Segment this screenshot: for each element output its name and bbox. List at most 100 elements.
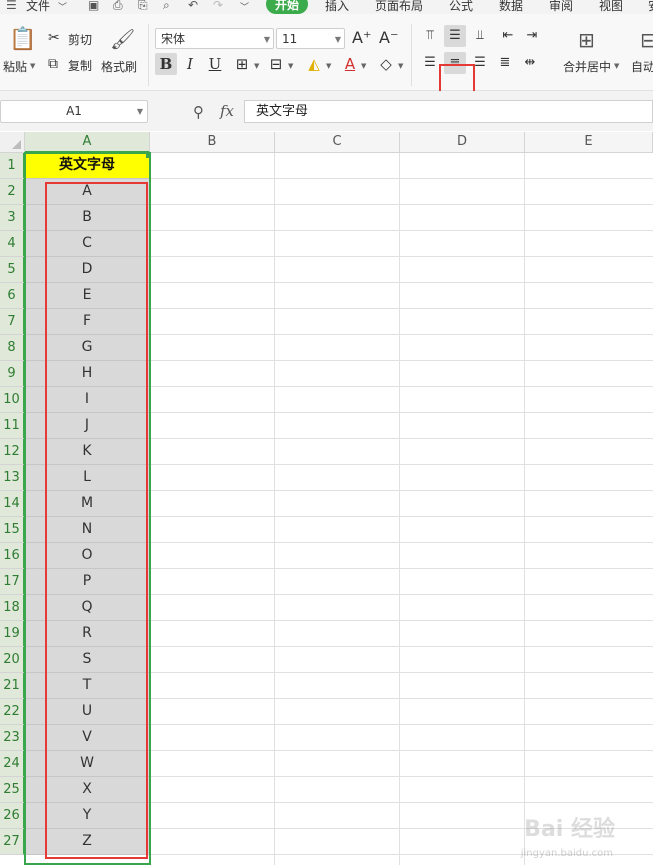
increase-font-icon[interactable]: A⁺ bbox=[352, 28, 371, 47]
increase-indent-icon[interactable]: ⇥ bbox=[521, 25, 543, 47]
row-header[interactable]: 19 bbox=[0, 621, 25, 647]
menu-file[interactable]: 文件 bbox=[26, 0, 50, 14]
clear-dropdown-icon[interactable]: ▼ bbox=[398, 62, 403, 70]
border-dropdown-icon[interactable]: ▼ bbox=[254, 62, 259, 70]
gridline-horizontal bbox=[150, 490, 653, 491]
row-header[interactable]: 22 bbox=[0, 699, 25, 725]
wrap-text-icon[interactable]: ⊟ bbox=[640, 28, 653, 52]
fill-handle[interactable] bbox=[146, 153, 151, 158]
row-header[interactable]: 5 bbox=[0, 257, 25, 283]
find-icon[interactable]: ⌕ bbox=[163, 0, 170, 13]
cut-button[interactable]: 剪切 bbox=[68, 31, 92, 48]
align-bottom-icon[interactable]: ⫫ bbox=[469, 25, 491, 47]
distributed-icon[interactable]: ⇹ bbox=[519, 52, 541, 74]
font-color-dropdown-icon[interactable]: ▼ bbox=[361, 62, 366, 70]
zoom-icon[interactable]: ⚲ bbox=[193, 103, 204, 121]
cell-style-icon[interactable]: ⊟ bbox=[265, 53, 287, 75]
italic-button[interactable]: I bbox=[179, 53, 201, 75]
copy-icon[interactable]: ⧉ bbox=[48, 56, 58, 72]
row-header[interactable]: 18 bbox=[0, 595, 25, 621]
gridline-horizontal bbox=[150, 464, 653, 465]
row-header[interactable]: 25 bbox=[0, 777, 25, 803]
format-painter-button[interactable]: 格式刷 bbox=[101, 58, 137, 75]
copy-button[interactable]: 复制 bbox=[68, 57, 92, 74]
row-header[interactable]: 14 bbox=[0, 491, 25, 517]
formula-input[interactable]: 英文字母 bbox=[244, 100, 653, 123]
redo-icon[interactable]: ↷ bbox=[213, 0, 223, 12]
row-header[interactable]: 2 bbox=[0, 179, 25, 205]
formula-bar: A1 ▼ ⚲ fx 英文字母 bbox=[0, 91, 653, 131]
gridline-horizontal bbox=[150, 204, 653, 205]
paste-dropdown-icon[interactable]: ▼ bbox=[30, 62, 35, 70]
row-header[interactable]: 8 bbox=[0, 335, 25, 361]
row-header[interactable]: 1 bbox=[0, 153, 25, 179]
paste-icon[interactable]: 📋 bbox=[9, 27, 36, 52]
tab-formulas[interactable]: 公式 bbox=[449, 0, 473, 14]
bold-button[interactable]: B bbox=[155, 53, 177, 75]
row-header[interactable]: 27 bbox=[0, 829, 25, 855]
row-header[interactable]: 3 bbox=[0, 205, 25, 231]
tab-view[interactable]: 视图 bbox=[599, 0, 623, 14]
row-header[interactable]: 23 bbox=[0, 725, 25, 751]
row-header[interactable]: 16 bbox=[0, 543, 25, 569]
merge-dropdown-icon[interactable]: ▼ bbox=[614, 62, 619, 70]
border-icon[interactable]: ⊞ bbox=[231, 53, 253, 75]
font-color-icon[interactable]: A bbox=[339, 53, 361, 75]
gridline-horizontal bbox=[150, 412, 653, 413]
row-header[interactable]: 17 bbox=[0, 569, 25, 595]
justify-icon[interactable]: ≣ bbox=[494, 52, 516, 74]
align-middle-icon[interactable]: ☰ bbox=[444, 25, 466, 47]
row-header[interactable]: 24 bbox=[0, 751, 25, 777]
row-header[interactable]: 4 bbox=[0, 231, 25, 257]
format-painter-icon[interactable]: 🖌 bbox=[110, 27, 135, 51]
column-header-b[interactable]: B bbox=[150, 132, 275, 153]
row-header[interactable]: 12 bbox=[0, 439, 25, 465]
hamburger-icon[interactable]: ☰ bbox=[6, 0, 17, 12]
row-header[interactable]: 21 bbox=[0, 673, 25, 699]
print-icon[interactable]: ⎘ bbox=[138, 0, 148, 13]
save-icon[interactable]: ▣ bbox=[88, 0, 99, 12]
column-header-e[interactable]: E bbox=[525, 132, 653, 153]
decrease-indent-icon[interactable]: ⇤ bbox=[497, 25, 519, 47]
eraser-icon[interactable]: ◇ bbox=[375, 53, 397, 75]
row-header[interactable]: 26 bbox=[0, 803, 25, 829]
row-header[interactable]: 9 bbox=[0, 361, 25, 387]
scissors-icon[interactable]: ✂ bbox=[48, 30, 60, 46]
tab-insert[interactable]: 插入 bbox=[325, 0, 349, 14]
column-header-d[interactable]: D bbox=[400, 132, 525, 153]
fx-icon[interactable]: fx bbox=[220, 102, 234, 120]
font-name-select[interactable]: 宋体 ▼ bbox=[155, 28, 274, 49]
wrap-text-button[interactable]: 自动 bbox=[631, 58, 653, 75]
undo-icon[interactable]: ↶ bbox=[188, 0, 198, 12]
cell-style-dropdown-icon[interactable]: ▼ bbox=[288, 62, 293, 70]
merge-cells-icon[interactable]: ⊞ bbox=[578, 28, 595, 52]
chevron-down-icon[interactable]: ﹀ bbox=[58, 0, 67, 13]
quick-access-dropdown-icon[interactable]: ﹀ bbox=[240, 0, 249, 13]
row-header[interactable]: 13 bbox=[0, 465, 25, 491]
merge-center-button[interactable]: 合并居中 bbox=[563, 58, 611, 75]
select-all-corner[interactable] bbox=[0, 132, 25, 153]
print-preview-icon[interactable]: ⎙ bbox=[113, 0, 123, 13]
tab-page-layout[interactable]: 页面布局 bbox=[375, 0, 423, 14]
fill-color-icon[interactable]: ◭ bbox=[303, 53, 325, 75]
row-header[interactable]: 15 bbox=[0, 517, 25, 543]
underline-button[interactable]: U bbox=[204, 53, 226, 75]
row-header[interactable]: 6 bbox=[0, 283, 25, 309]
font-size-select[interactable]: 11 ▼ bbox=[276, 28, 345, 49]
column-header-a[interactable]: A bbox=[25, 132, 150, 153]
fill-color-dropdown-icon[interactable]: ▼ bbox=[326, 62, 331, 70]
tab-home[interactable]: 开始 bbox=[266, 0, 308, 14]
align-top-icon[interactable]: ⫪ bbox=[419, 25, 441, 47]
row-header[interactable]: 20 bbox=[0, 647, 25, 673]
row-header[interactable]: 7 bbox=[0, 309, 25, 335]
tab-data[interactable]: 数据 bbox=[499, 0, 523, 14]
row-header[interactable]: 11 bbox=[0, 413, 25, 439]
paste-button[interactable]: 粘贴 bbox=[3, 58, 27, 75]
row-header[interactable]: 10 bbox=[0, 387, 25, 413]
name-box[interactable]: A1 ▼ bbox=[0, 100, 148, 123]
tab-review[interactable]: 审阅 bbox=[549, 0, 573, 14]
align-left-icon[interactable]: ☰ bbox=[419, 52, 441, 74]
tab-security[interactable]: 安 bbox=[648, 0, 653, 14]
column-header-c[interactable]: C bbox=[275, 132, 400, 153]
decrease-font-icon[interactable]: A⁻ bbox=[379, 28, 398, 47]
